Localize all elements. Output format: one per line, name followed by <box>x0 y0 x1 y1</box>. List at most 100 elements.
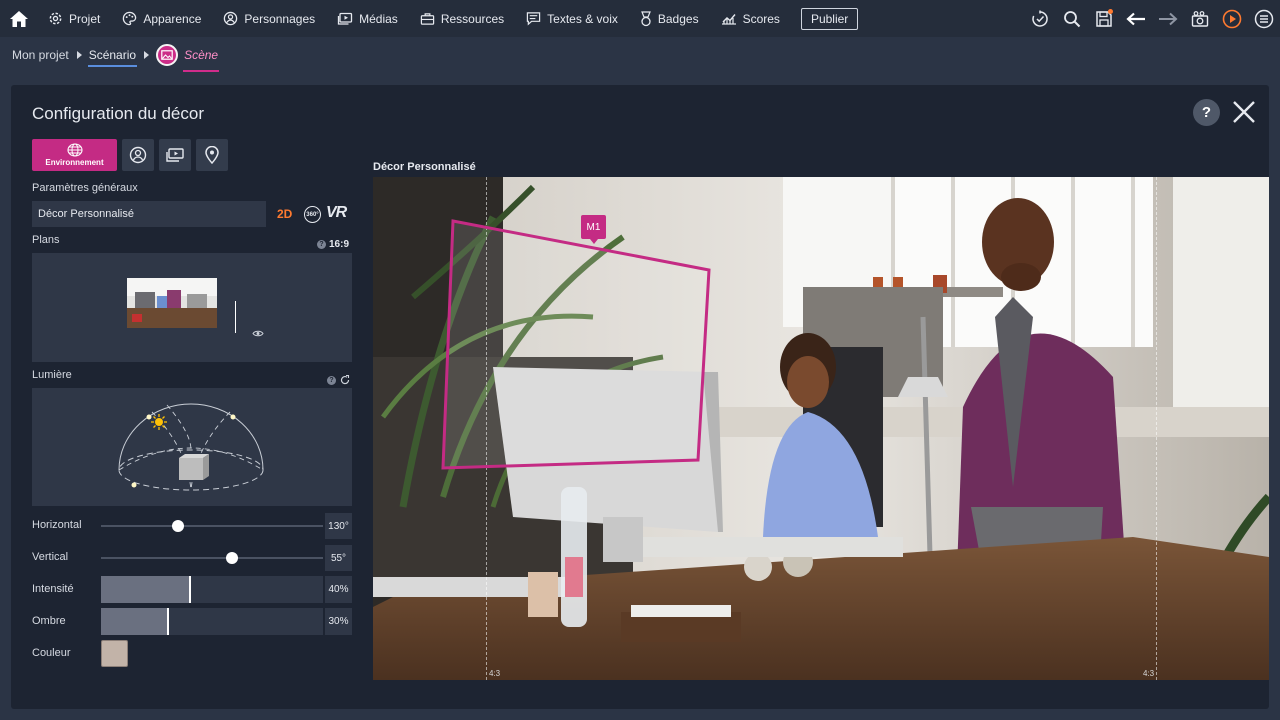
shadow-value[interactable]: 30% <box>325 608 352 635</box>
gear-icon <box>49 12 62 25</box>
chart-icon <box>721 14 736 25</box>
menu-medias[interactable]: Médias <box>326 0 409 37</box>
vertical-slider-knob[interactable] <box>225 552 238 564</box>
preview-title: Décor Personnalisé <box>373 161 476 173</box>
plan-thumbnail[interactable] <box>127 278 217 328</box>
menu-personnages[interactable]: Personnages <box>212 0 326 37</box>
light-dome-panel <box>32 388 352 506</box>
menu-label: Personnages <box>244 11 316 26</box>
scene-image-icon <box>156 44 179 66</box>
menu-apparence[interactable]: Apparence <box>111 0 212 37</box>
play-icon[interactable] <box>1216 0 1248 37</box>
character-icon <box>129 146 147 164</box>
tab-label: Environnement <box>45 158 104 167</box>
menu-label: Apparence <box>143 11 202 26</box>
tab-location[interactable] <box>196 139 228 171</box>
menu-ressources[interactable]: Ressources <box>409 0 515 37</box>
color-label: Couleur <box>32 647 71 659</box>
vertical-slider-row: Vertical 55° <box>32 545 352 571</box>
light-help-icon[interactable]: ? <box>327 375 336 385</box>
breadcrumb-project[interactable]: Mon projet <box>12 48 69 62</box>
globe-icon <box>66 143 83 157</box>
tab-media[interactable] <box>159 139 191 171</box>
menu-icon[interactable] <box>1248 0 1280 37</box>
speech-icon <box>526 12 541 26</box>
horizontal-value[interactable]: 130° <box>325 513 352 539</box>
arrow-left-icon[interactable] <box>1120 0 1152 37</box>
intensity-label: Intensité <box>32 583 74 595</box>
ratio-help-icon[interactable]: ? <box>317 240 326 249</box>
intensity-handle[interactable] <box>188 576 191 603</box>
search-icon[interactable] <box>1056 0 1088 37</box>
reset-icon[interactable] <box>340 375 350 385</box>
horizontal-slider-knob[interactable] <box>171 520 184 532</box>
sun-icon <box>151 414 167 430</box>
mode-2d-button[interactable]: 2D <box>277 207 292 221</box>
briefcase-icon <box>420 12 435 25</box>
plans-panel <box>32 253 352 362</box>
scene-preview[interactable]: 4:3 4:3 M1 <box>373 177 1269 680</box>
help-button[interactable]: ? <box>1193 99 1220 126</box>
save-icon[interactable] <box>1088 0 1120 37</box>
menu-scores[interactable]: Scores <box>710 0 791 37</box>
aspect-ratio: ? 16:9 <box>317 239 349 250</box>
light-dome[interactable] <box>32 388 352 506</box>
plans-label: Plans <box>32 234 60 246</box>
projector-icon <box>166 148 184 162</box>
menu-label: Médias <box>359 11 398 26</box>
menu-label: Ressources <box>440 11 505 26</box>
aspect-ratio-value[interactable]: 16:9 <box>329 239 349 250</box>
toolbar-right <box>1024 0 1280 37</box>
shadow-handle[interactable] <box>166 608 169 635</box>
shadow-slider[interactable] <box>101 608 323 635</box>
horizontal-slider[interactable] <box>101 525 323 527</box>
light-label: Lumière <box>32 369 72 381</box>
intensity-slider[interactable] <box>101 576 323 603</box>
camera-icon[interactable] <box>1184 0 1216 37</box>
menu-projet[interactable]: Projet <box>37 0 111 37</box>
color-swatch[interactable] <box>101 640 128 667</box>
menu-textes-voix[interactable]: Textes & voix <box>515 0 629 37</box>
menu-label: Textes & voix <box>547 11 618 26</box>
home-icon[interactable] <box>0 0 37 37</box>
menu-label: Scores <box>742 11 780 26</box>
intensity-slider-row: Intensité 40% <box>32 576 352 603</box>
arrow-right-icon[interactable] <box>1152 0 1184 37</box>
badge-icon <box>640 10 651 26</box>
close-icon[interactable] <box>1231 99 1257 125</box>
notification-dot <box>1108 9 1113 14</box>
mode-vr-button[interactable]: VR <box>326 204 347 222</box>
horizontal-slider-row: Horizontal 130° <box>32 513 352 539</box>
check-circle-icon[interactable] <box>1024 0 1056 37</box>
menu-badges[interactable]: Badges <box>629 0 710 37</box>
tab-environnement[interactable]: Environnement <box>32 139 117 171</box>
mode-360-button[interactable]: 360° <box>304 206 321 223</box>
breadcrumb-scenario[interactable]: Scénario <box>87 48 138 67</box>
horizontal-label: Horizontal <box>32 519 82 531</box>
light-tools: ? <box>327 375 350 385</box>
decor-select[interactable]: Décor Personnalisé <box>32 201 266 227</box>
intensity-value[interactable]: 40% <box>325 576 352 603</box>
color-row: Couleur <box>32 640 352 667</box>
media-marker-m1[interactable]: M1 <box>581 215 606 244</box>
eye-icon[interactable] <box>252 327 264 341</box>
breadcrumb-scene[interactable]: Scène <box>156 44 220 72</box>
tab-character[interactable] <box>122 139 154 171</box>
media-frame-m1[interactable] <box>373 177 1269 680</box>
location-pin-icon <box>205 146 219 164</box>
vertical-value[interactable]: 55° <box>325 545 352 571</box>
menu-label: Projet <box>69 11 101 26</box>
menu-label: Badges <box>657 11 699 26</box>
shadow-label: Ombre <box>32 615 66 627</box>
vertical-slider[interactable] <box>101 557 323 559</box>
breadcrumb-scene-label: Scène <box>184 48 219 62</box>
shadow-fill <box>101 608 168 635</box>
intensity-fill <box>101 576 190 603</box>
shadow-slider-row: Ombre 30% <box>32 608 352 635</box>
top-menu-bar: Projet Apparence Personnages Médias Ress… <box>0 0 1280 37</box>
breadcrumb-arrow-icon <box>76 51 82 59</box>
person-icon <box>224 11 238 26</box>
decor-config-modal: Configuration du décor ? Environnement P… <box>11 85 1269 709</box>
publish-button[interactable]: Publier <box>800 7 859 30</box>
modal-title: Configuration du décor <box>32 104 205 123</box>
